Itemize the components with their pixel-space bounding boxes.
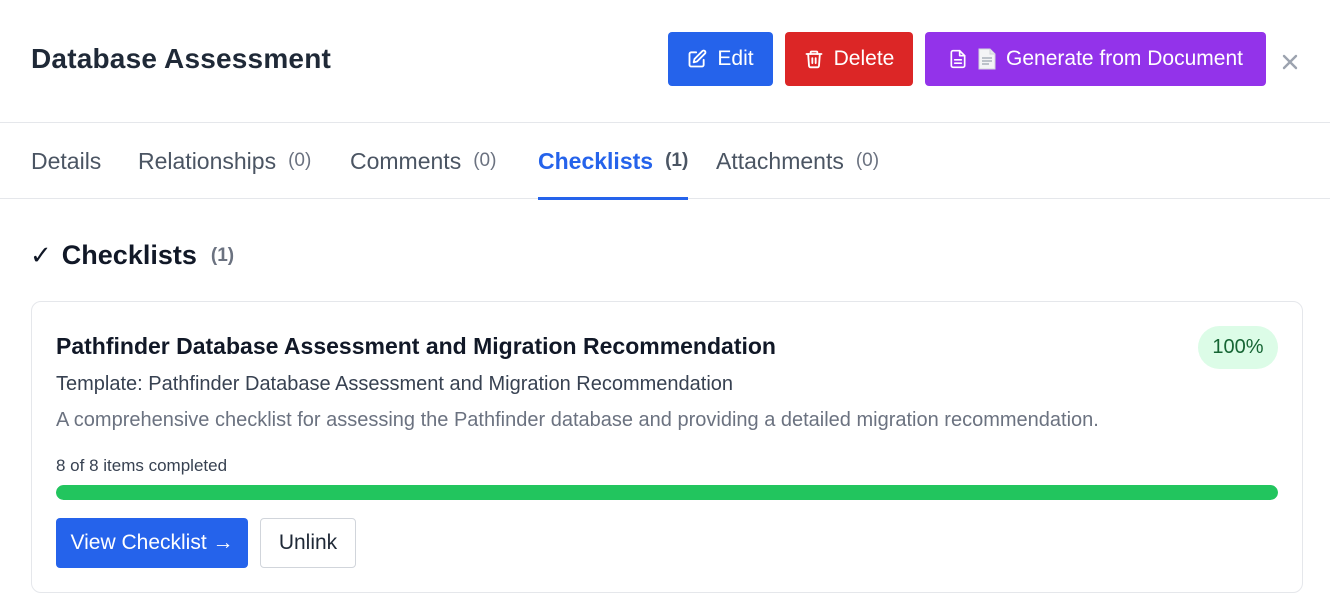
tab-count: (1): [665, 150, 689, 171]
tab-count: (0): [288, 150, 312, 171]
tab-label: Details: [31, 147, 102, 174]
tab-count: (0): [855, 150, 880, 171]
document-page-icon: [978, 48, 996, 70]
progress-bar: [56, 485, 1278, 500]
tab-label: Checklists: [538, 147, 654, 174]
tab-label: Attachments: [716, 147, 844, 174]
completion-badge: 100%: [1198, 326, 1278, 369]
tab-bar: Details Relationships (0) Comments (0) C…: [0, 123, 1330, 200]
tab-attachments[interactable]: Attachments (0): [716, 123, 879, 199]
checkmark-icon: ✓: [30, 240, 52, 271]
tab-comments[interactable]: Comments (0): [350, 123, 496, 199]
checklist-description: A comprehensive checklist for assessing …: [56, 409, 1099, 431]
edit-button[interactable]: Edit: [668, 32, 773, 86]
close-icon[interactable]: [1278, 50, 1302, 74]
generate-button-label: Generate from Document: [1006, 47, 1243, 70]
delete-button-label: Delete: [833, 47, 895, 70]
checklist-card: Pathfinder Database Assessment and Migra…: [31, 301, 1303, 593]
section-count: (1): [210, 244, 235, 266]
progress-text: 8 of 8 items completed: [56, 456, 228, 475]
checklist-template: Template: Pathfinder Database Assessment…: [56, 373, 734, 395]
generate-from-document-button[interactable]: Generate from Document: [925, 32, 1266, 86]
tab-relationships[interactable]: Relationships (0): [138, 123, 311, 199]
tab-label: Comments: [350, 147, 462, 174]
progress-bar-fill: [56, 485, 1278, 500]
view-checklist-button[interactable]: View Checklist →: [56, 518, 248, 568]
section-title: Checklists: [61, 240, 197, 270]
tab-label: Relationships: [138, 147, 277, 174]
modal-header: Database Assessment Edit Delete Generate…: [0, 0, 1330, 123]
trash-icon: [804, 49, 824, 69]
document-outline-icon: [948, 48, 968, 70]
tab-details[interactable]: Details: [31, 123, 101, 199]
tab-count: (0): [473, 150, 497, 171]
checklist-title: Pathfinder Database Assessment and Migra…: [56, 333, 776, 359]
section-heading: ✓ Checklists (1): [30, 240, 234, 271]
unlink-button[interactable]: Unlink: [260, 518, 356, 568]
page-title: Database Assessment: [31, 43, 332, 74]
edit-button-label: Edit: [717, 47, 754, 70]
edit-icon: [687, 49, 707, 69]
delete-button[interactable]: Delete: [785, 32, 913, 86]
tab-checklists[interactable]: Checklists (1): [538, 123, 689, 200]
